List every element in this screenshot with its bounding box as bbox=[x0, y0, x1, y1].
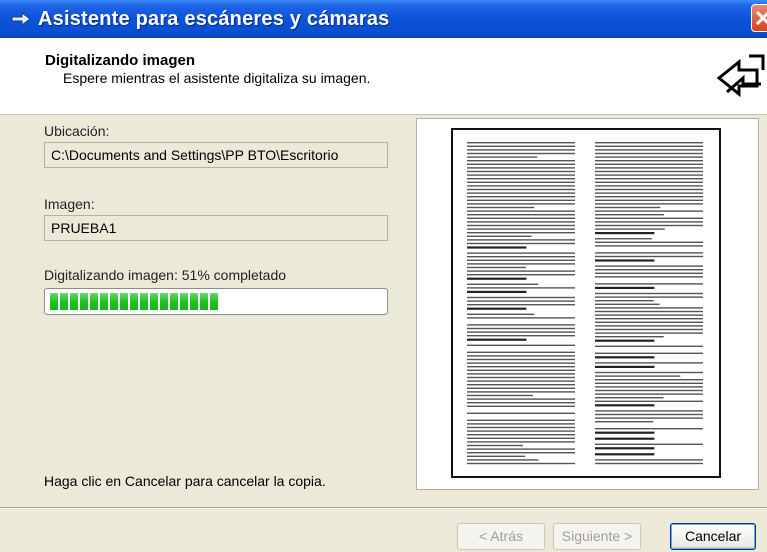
progress-bar bbox=[44, 288, 388, 315]
wizard-header: Digitalizando imagen Espere mientras el … bbox=[0, 38, 767, 115]
footer-divider bbox=[0, 507, 767, 509]
scanner-wizard-icon bbox=[716, 54, 765, 98]
close-button[interactable] bbox=[751, 4, 767, 32]
title-bar[interactable]: Asistente para escáneres y cámaras bbox=[0, 0, 767, 38]
scanner-arrow-icon bbox=[11, 12, 31, 26]
image-name-field: PRUEBA1 bbox=[44, 215, 388, 241]
back-button[interactable]: < Atrás bbox=[457, 523, 545, 550]
scan-preview bbox=[416, 118, 759, 490]
progress-label: Digitalizando imagen: 51% completado bbox=[44, 267, 287, 283]
progress-fill bbox=[50, 293, 220, 310]
close-icon bbox=[755, 10, 767, 26]
header-title: Digitalizando imagen bbox=[45, 52, 196, 69]
image-label: Imagen: bbox=[44, 196, 95, 212]
location-field: C:\Documents and Settings\PP BTO\Escrito… bbox=[44, 142, 388, 168]
scanned-page-thumbnail bbox=[451, 128, 721, 478]
cancel-hint: Haga clic en Cancelar para cancelar la c… bbox=[44, 473, 326, 489]
location-label: Ubicación: bbox=[44, 123, 110, 139]
next-button[interactable]: Siguiente > bbox=[553, 523, 641, 550]
cancel-button[interactable]: Cancelar bbox=[670, 523, 756, 550]
window-title: Asistente para escáneres y cámaras bbox=[38, 8, 390, 30]
header-subtitle: Espere mientras el asistente digitaliza … bbox=[63, 70, 371, 86]
